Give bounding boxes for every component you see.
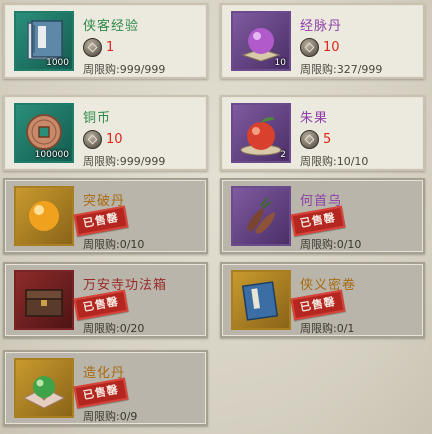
shop-item-tupo-dan[interactable]: 突破丹 已售罄 周限购:0/10	[3, 178, 208, 254]
shop-item-wanan-chest[interactable]: 万安寺功法箱 已售罄 周限购:0/20	[3, 262, 208, 338]
copper-coin-item-icon: 100000	[14, 103, 74, 163]
weekly-limit: 周限购:0/1	[300, 322, 355, 335]
manual-book-icon: 1000	[14, 11, 74, 71]
sold-out-stamp: 已售罄	[73, 289, 129, 321]
sold-out-stamp: 已售罄	[73, 377, 129, 409]
weekly-limit: 周限购:999/999	[83, 155, 166, 168]
shop-item-copper-coin[interactable]: 100000 铜币 10 周限购:999/999	[3, 95, 208, 171]
root-herb-icon	[231, 186, 291, 246]
shop-item-xiake-exp[interactable]: 1000 侠客经验 1 周限购:999/999	[3, 3, 208, 79]
weekly-limit: 周限购:0/10	[83, 238, 145, 251]
blue-scroll-icon	[231, 270, 291, 330]
sold-out-stamp: 已售罄	[290, 205, 346, 237]
treasure-chest-icon	[14, 270, 74, 330]
item-price: 5	[323, 132, 332, 147]
item-price: 10	[106, 132, 123, 147]
item-price: 10	[323, 40, 340, 55]
shop-item-zaohua-dan[interactable]: 造化丹 已售罄 周限购:0/9	[3, 350, 208, 426]
purple-pill-icon: 10	[231, 11, 291, 71]
item-name: 侠客经验	[83, 19, 140, 34]
item-quantity: 2	[280, 150, 286, 160]
copper-coin-icon	[300, 130, 319, 149]
sold-out-stamp: 已售罄	[290, 289, 346, 321]
shop-item-xiayi-scroll[interactable]: 侠义密卷 已售罄 周限购:0/1	[220, 262, 425, 338]
shop-item-heshouwu[interactable]: 何首乌 已售罄 周限购:0/10	[220, 178, 425, 254]
green-pill-icon	[14, 358, 74, 418]
copper-coin-icon	[300, 38, 319, 57]
item-name: 铜币	[83, 111, 112, 126]
weekly-limit: 周限购:999/999	[83, 63, 166, 76]
shop-item-zhu-guo[interactable]: 2 朱果 5 周限购:10/10	[220, 95, 425, 171]
weekly-limit: 周限购:0/9	[83, 410, 138, 423]
weekly-limit: 周限购:10/10	[300, 155, 369, 168]
item-name: 朱果	[300, 111, 329, 126]
item-name: 侠义密卷	[300, 278, 357, 293]
weekly-limit: 周限购:0/20	[83, 322, 145, 335]
item-price: 1	[106, 40, 115, 55]
item-quantity: 1000	[46, 58, 69, 68]
sold-out-stamp: 已售罄	[73, 205, 129, 237]
copper-coin-icon	[83, 130, 102, 149]
red-fruit-icon: 2	[231, 103, 291, 163]
item-quantity: 10	[274, 58, 286, 68]
item-name: 万安寺功法箱	[83, 278, 168, 293]
orange-pill-icon	[14, 186, 74, 246]
weekly-limit: 周限购:327/999	[300, 63, 383, 76]
copper-coin-icon	[83, 38, 102, 57]
item-name: 经脉丹	[300, 19, 343, 34]
weekly-limit: 周限购:0/10	[300, 238, 362, 251]
shop-item-jingmai-dan[interactable]: 10 经脉丹 10 周限购:327/999	[220, 3, 425, 79]
item-quantity: 100000	[34, 150, 69, 160]
